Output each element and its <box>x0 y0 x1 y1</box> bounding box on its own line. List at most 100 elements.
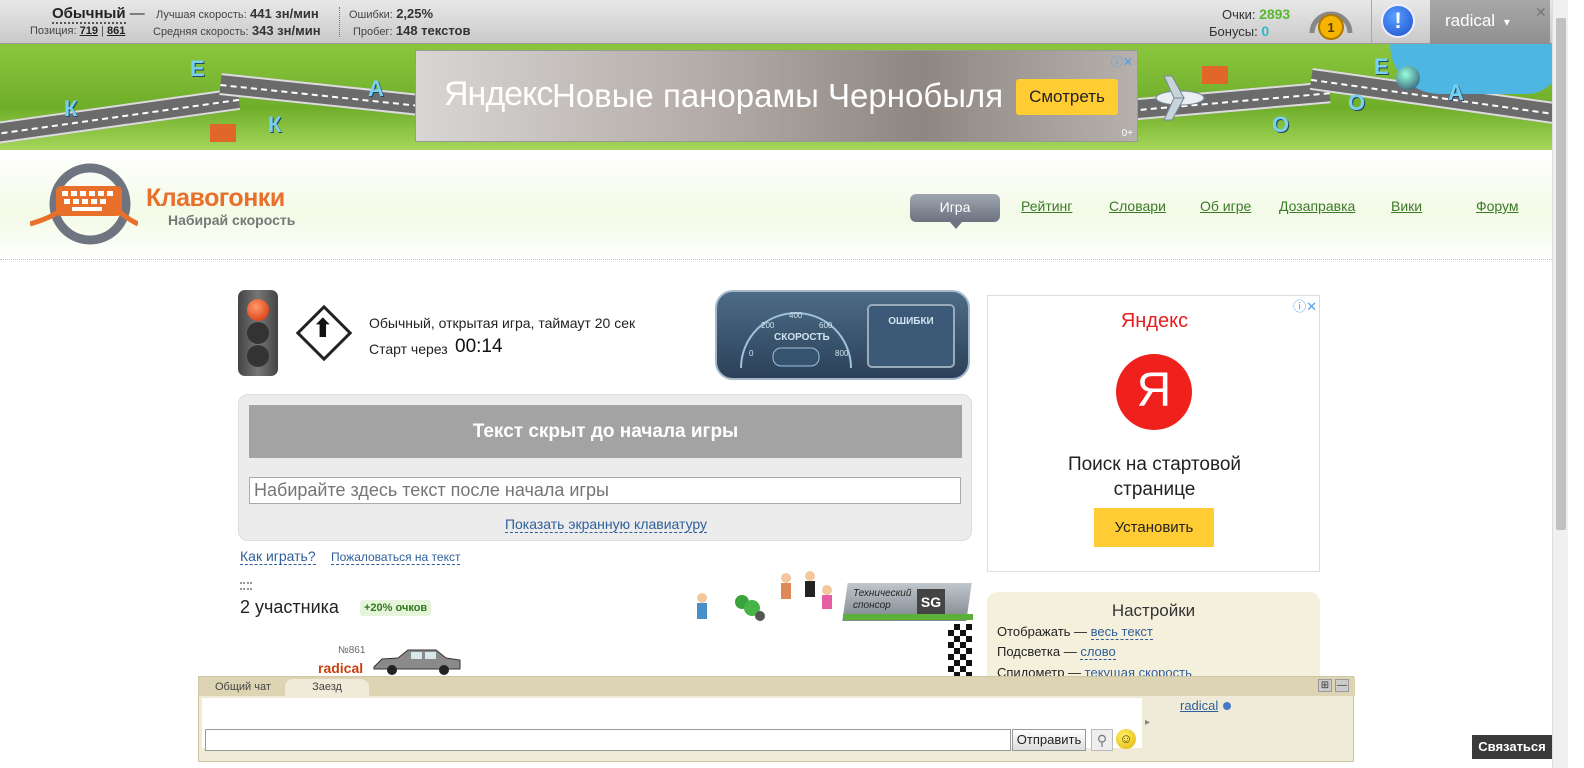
nav-about[interactable]: Об игре <box>1200 198 1251 214</box>
level-badge-icon[interactable]: 1 <box>1308 3 1354 41</box>
tab-general-chat[interactable]: Общий чат <box>201 679 285 696</box>
mileage-label: Пробег: <box>353 26 393 38</box>
chat-input[interactable] <box>205 729 1011 751</box>
close-icon[interactable]: ✕ <box>1535 4 1547 21</box>
ad-headline[interactable]: Новые панорамы Чернобыля <box>552 77 1003 115</box>
chevron-down-icon[interactable]: ▾ <box>1504 15 1510 29</box>
speed-tick: 400 <box>789 311 803 320</box>
sidebar-ad-info-icon[interactable]: ⓘ✕ <box>1293 296 1317 315</box>
mode-name[interactable]: Обычный <box>52 5 126 24</box>
avg-speed-label: Средняя скорость: <box>153 26 249 38</box>
sponsor-grass <box>843 614 973 620</box>
send-button[interactable]: Отправить <box>1012 729 1086 751</box>
points-label: Очки: <box>1222 7 1256 22</box>
speed-tick: 0 <box>749 349 754 358</box>
player-name[interactable]: radical <box>318 660 363 676</box>
speed-tick: 200 <box>761 321 775 330</box>
scrollbar-thumb[interactable] <box>1556 18 1566 530</box>
points-value: 2893 <box>1259 6 1291 22</box>
sidebar-ad-text: Поиск на стартовой странице <box>988 452 1321 502</box>
airplane-icon <box>1155 75 1205 121</box>
show-keyboard-link[interactable]: Показать экранную клавиатуру <box>504 516 708 533</box>
mileage-stat: Пробег: 148 текстов <box>353 23 470 38</box>
page-scrollbar[interactable] <box>1552 0 1568 768</box>
typing-input[interactable] <box>249 477 961 504</box>
steering-wheel-logo-icon[interactable] <box>30 162 138 246</box>
nav-refuel[interactable]: Дозаправка <box>1279 198 1355 214</box>
traffic-light-icon <box>238 290 278 376</box>
best-speed-label: Лучшая скорость: <box>156 9 247 21</box>
install-button[interactable]: Установить <box>1094 508 1214 547</box>
sponsor-logo[interactable]: SG <box>917 589 945 615</box>
speed-label: СКОРОСТЬ <box>774 332 830 343</box>
sidebar-ad[interactable]: Яндекс Я Поиск на стартовой странице Уст… <box>987 295 1320 572</box>
ad-info-icon[interactable]: ⓘ✕ <box>1111 53 1133 70</box>
best-speed: Лучшая скорость: 441 зн/мин <box>156 6 319 21</box>
user-menu[interactable]: radical ▾ <box>1430 0 1550 44</box>
minimize-icon[interactable]: — <box>1335 679 1349 692</box>
setting-highlight-value[interactable]: слово <box>1080 644 1116 660</box>
banner-letter: Е <box>1374 54 1389 79</box>
position-label: Позиция: <box>30 25 77 37</box>
avg-speed-value: 343 зн/мин <box>251 23 321 38</box>
contact-button[interactable]: Связаться <box>1472 735 1552 759</box>
ad-brand: Яндекс <box>444 75 553 113</box>
mode-label[interactable]: Обычный — <box>52 5 145 24</box>
stats-bar: Обычный — Позиция: 719 | 861 Лучшая скор… <box>0 0 1552 44</box>
site-header: Клавогонки Набирай скорость Игра Рейтинг… <box>0 150 1552 260</box>
points-stat: Очки: 2893 <box>1222 6 1290 22</box>
tab-race-chat[interactable]: Заезд <box>285 679 369 696</box>
filter-icon[interactable]: ⚲ <box>1091 729 1113 751</box>
complain-link[interactable]: Пожаловаться на текст <box>331 550 461 565</box>
ad-watch-button[interactable]: Смотреть <box>1016 79 1118 115</box>
level-number: 1 <box>1327 20 1334 35</box>
show-keyboard-container: Показать экранную клавиатуру <box>239 516 973 533</box>
setting-display-value[interactable]: весь текст <box>1090 624 1153 640</box>
banner-letter: Е <box>190 56 205 81</box>
setting-label: Подсветка — <box>997 644 1077 659</box>
participants-count: 2 участника <box>240 597 339 617</box>
setting-highlight: Подсветка — слово <box>997 644 1116 660</box>
chat-resize-handle-icon[interactable]: ▸ <box>1145 717 1150 728</box>
pin-icon[interactable]: ⊞ <box>1318 679 1332 692</box>
nav-forum[interactable]: Форум <box>1476 198 1519 214</box>
chat-userlist-user[interactable]: radical <box>1180 698 1218 713</box>
banner-road-left <box>0 88 241 146</box>
nav-dictionaries[interactable]: Словари <box>1109 198 1166 214</box>
tech-sponsor-text: Технический спонсор <box>853 588 912 611</box>
banner-letter: А <box>368 76 384 101</box>
stats-divider <box>339 7 340 37</box>
nav-wiki[interactable]: Вики <box>1391 198 1422 214</box>
notifications-alert-icon[interactable]: ! <box>1381 4 1415 38</box>
topbar-divider <box>1371 0 1372 44</box>
position-info: Позиция: 719 | 861 <box>30 25 125 37</box>
player-number: №861 <box>338 645 366 656</box>
how-to-play-link[interactable]: Как играть? <box>240 548 316 565</box>
drag-handle[interactable] <box>240 582 252 590</box>
user-info-icon[interactable] <box>1223 702 1231 710</box>
best-speed-value: 441 зн/мин <box>250 6 319 21</box>
position-link-2[interactable]: 861 <box>107 25 125 37</box>
hidden-text-banner: Текст скрыт до начала игры <box>249 405 962 458</box>
setting-label: Отображать — <box>997 624 1088 639</box>
username[interactable]: radical <box>1445 11 1495 30</box>
errors-stat: Ошибки: 2,25% <box>349 6 433 21</box>
logo-title[interactable]: Клавогонки <box>146 184 285 213</box>
bonus-stat: Бонусы: 0 <box>1209 23 1269 39</box>
logo-subtitle: Набирай скорость <box>168 212 296 228</box>
setting-display: Отображать — весь текст <box>997 624 1153 640</box>
banner-letter: А <box>1448 80 1464 105</box>
traffic-light-red <box>247 299 269 321</box>
smiley-icon[interactable]: ☺ <box>1116 729 1136 749</box>
position-separator: | <box>101 25 104 37</box>
banner-letter: К <box>64 96 78 121</box>
nav-game[interactable]: Игра <box>910 194 1000 229</box>
traffic-light-yellow <box>247 322 269 344</box>
chat-tabs: Общий чат Заезд ⊞ — <box>199 677 1355 696</box>
yandex-logo-icon: Я <box>1116 354 1192 430</box>
nav-rating[interactable]: Рейтинг <box>1021 198 1072 214</box>
banner-letter: О <box>1272 112 1290 137</box>
banner-ad[interactable]: Яндекс Новые панорамы Чернобыля Смотреть… <box>415 50 1138 142</box>
position-link-1[interactable]: 719 <box>80 25 98 37</box>
settings-title: Настройки <box>1111 601 1196 620</box>
